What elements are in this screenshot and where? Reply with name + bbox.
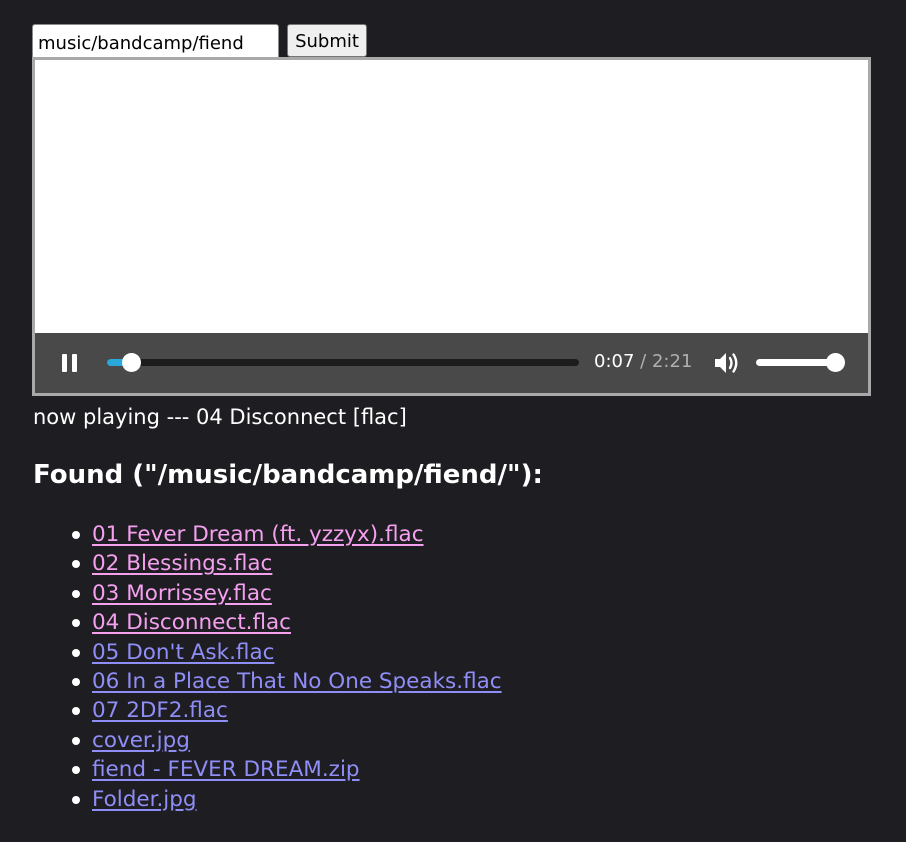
bullet-icon xyxy=(72,736,80,745)
list-item: 06 In a Place That No One Speaks.flac xyxy=(72,667,502,696)
file-link[interactable]: Folder.jpg xyxy=(92,787,197,812)
bullet-icon xyxy=(72,648,80,657)
list-item: 07 2DF2.flac xyxy=(72,696,502,725)
bullet-icon xyxy=(72,560,80,569)
file-link[interactable]: 05 Don't Ask.flac xyxy=(92,640,274,665)
file-link[interactable]: fiend - FEVER DREAM.zip xyxy=(92,757,360,782)
bullet-icon xyxy=(72,707,80,716)
list-item: 04 Disconnect.flac xyxy=(72,608,502,637)
file-link[interactable]: 03 Morrissey.flac xyxy=(92,581,272,606)
now-playing-text: now playing --- 04 Disconnect [flac] xyxy=(33,405,407,429)
bullet-icon xyxy=(72,677,80,686)
bullet-icon xyxy=(72,531,80,539)
volume-thumb[interactable] xyxy=(826,353,845,372)
file-link[interactable]: 04 Disconnect.flac xyxy=(92,610,291,635)
list-item: 01 Fever Dream (ft. yzzyx).flac xyxy=(72,520,502,549)
volume-slider[interactable] xyxy=(756,353,845,372)
bullet-icon xyxy=(72,795,80,804)
file-link[interactable]: 01 Fever Dream (ft. yzzyx).flac xyxy=(92,522,424,547)
bullet-icon xyxy=(72,589,80,598)
time-separator: / xyxy=(640,351,647,372)
seek-bar[interactable] xyxy=(107,353,579,372)
file-link[interactable]: 06 In a Place That No One Speaks.flac xyxy=(92,669,502,694)
path-form: Submit xyxy=(32,24,367,57)
file-list: 01 Fever Dream (ft. yzzyx).flac 02 Blessi… xyxy=(72,520,502,814)
player-controls: 0:07 / 2:21 xyxy=(35,333,868,393)
list-item: 03 Morrissey.flac xyxy=(72,579,502,608)
time-display: 0:07 / 2:21 xyxy=(594,351,692,373)
duration: 2:21 xyxy=(651,351,693,372)
list-item: Folder.jpg xyxy=(72,785,502,814)
volume-icon[interactable] xyxy=(713,350,741,376)
list-item: cover.jpg xyxy=(72,726,502,755)
seek-thumb[interactable] xyxy=(121,353,141,372)
submit-button[interactable]: Submit xyxy=(287,24,367,57)
pause-icon[interactable] xyxy=(62,354,78,372)
list-item: 05 Don't Ask.flac xyxy=(72,638,502,667)
bullet-icon xyxy=(72,619,80,628)
bullet-icon xyxy=(72,766,80,775)
found-heading: Found ("/music/bandcamp/fiend/"): xyxy=(33,460,543,490)
path-input[interactable] xyxy=(32,24,279,57)
audio-player: 0:07 / 2:21 xyxy=(32,57,871,396)
file-link[interactable]: 02 Blessings.flac xyxy=(92,551,272,576)
list-item: 02 Blessings.flac xyxy=(72,549,502,578)
list-item: fiend - FEVER DREAM.zip xyxy=(72,755,502,784)
file-link[interactable]: cover.jpg xyxy=(92,728,190,753)
file-link[interactable]: 07 2DF2.flac xyxy=(92,698,228,723)
current-time: 0:07 xyxy=(594,351,635,372)
